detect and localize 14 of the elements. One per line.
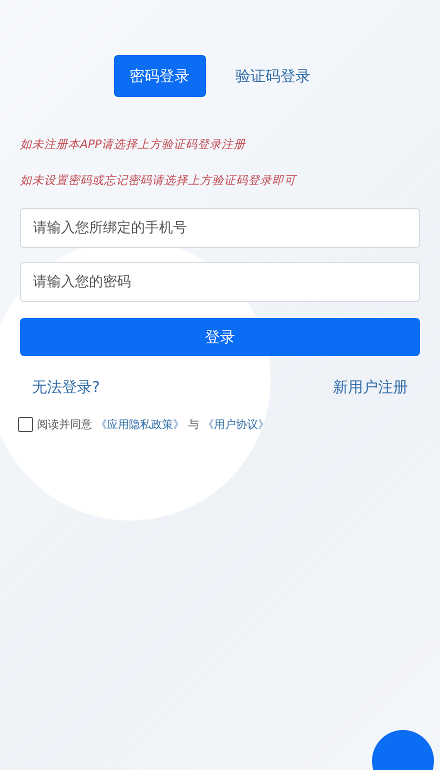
conjunction-text: 与 [188,417,199,432]
input-field[interactable]: 请输入您的密码 [20,262,420,302]
user-agreement-link[interactable]: 《用户协议》 [203,417,269,432]
login-button[interactable]: 登录 [20,318,420,356]
notice-text: 如未注册本APP请选择上方验证码登录注册 [20,137,247,152]
notice-text: 如未设置密码或忘记密码请选择上方验证码登录即可 [20,173,298,188]
privacy-policy-link[interactable]: 《应用隐私政策》 [96,417,184,432]
input-field[interactable]: 请输入您所绑定的手机号 [20,208,420,248]
cannot-login-link[interactable]: 无法登录? [32,378,100,397]
login-tab[interactable]: 验证码登录 [220,55,326,97]
register-link[interactable]: 新用户注册 [333,378,408,397]
checkbox[interactable] [18,417,33,432]
agreement-text: 阅读并同意 [37,417,92,432]
login-tab[interactable]: 密码登录 [114,55,206,97]
